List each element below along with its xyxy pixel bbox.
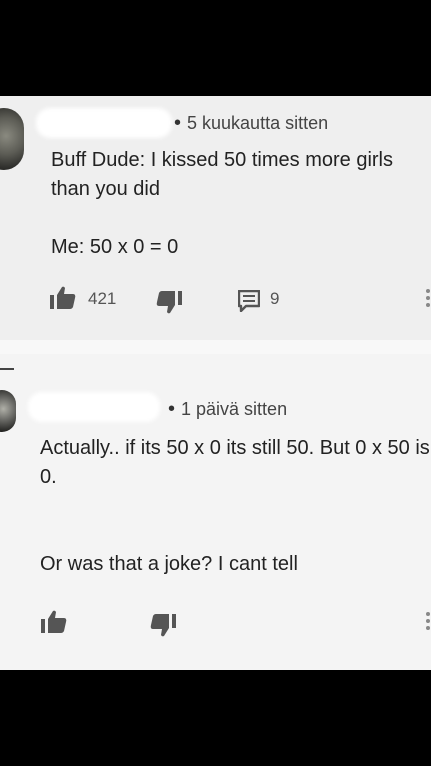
comment-2: • 1 päivä sitten Actually.. if its 50 x 0… [0, 96, 431, 670]
comments-screen: • 5 kuukautta sitten Buff Dude: I kissed … [0, 96, 431, 670]
comment-text: Actually.. if its 50 x 0 its still 50. B… [40, 437, 430, 575]
thumbs-down-icon[interactable] [150, 613, 176, 637]
next-comment-peek [50, 662, 270, 670]
more-vertical-icon[interactable] [426, 612, 430, 633]
timestamp: 1 päivä sitten [181, 399, 288, 419]
thumbs-up-icon[interactable] [41, 610, 67, 634]
comment-meta: • 1 päivä sitten [168, 398, 287, 421]
comment-actions [0, 608, 431, 638]
author-name-redacted [28, 392, 160, 422]
avatar[interactable] [0, 390, 16, 432]
screenshot-root: { "comments": [ { "timestamp": "5 kuukau… [0, 0, 431, 766]
separator-dot: • [168, 398, 176, 420]
